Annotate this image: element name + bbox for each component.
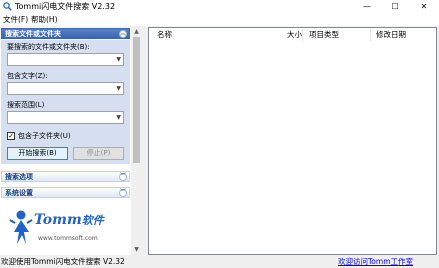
contains-text-combo[interactable]: ▼ <box>7 82 124 95</box>
studio-link[interactable]: 欢迎访问Tomm工作室 <box>338 256 413 268</box>
status-bar: 欢迎使用Tommi闪电文件搜索 V2.32 欢迎访问Tomm工作室 <box>0 256 439 268</box>
menu-file[interactable]: 文件(F) <box>3 14 28 25</box>
window-title: Tommi闪电文件搜索 V2.32 <box>15 2 116 11</box>
results-list[interactable]: 名称 大小 项目类型 修改日期 <box>148 27 437 255</box>
options-section-title: 搜索选项 <box>5 173 33 181</box>
start-search-button[interactable]: 开始搜索(B) <box>7 147 68 160</box>
column-header-size[interactable]: 大小 <box>287 29 302 40</box>
scroll-thumb[interactable] <box>133 37 140 163</box>
filename-combo[interactable]: ▼ <box>7 53 124 66</box>
options-section-header[interactable]: 搜索选项 ︾ <box>1 171 130 182</box>
search-section-header[interactable]: 搜索文件或文件夹 ︽ <box>1 28 130 39</box>
maximize-button[interactable]: ☐ <box>381 0 409 13</box>
scroll-down-icon[interactable]: ▼ <box>131 245 142 255</box>
chevron-down-icon[interactable]: ▼ <box>116 113 121 122</box>
search-section-body: 要搜索的文件或文件夹(B): ▼ 包含文字(Z): ▼ 搜索范围(L) ▼ ✓ … <box>1 40 130 164</box>
logo-url: www.tommsoft.com <box>38 235 98 242</box>
logo-brand: Tomm软件 <box>34 212 104 228</box>
include-subfolders-label: 包含子文件夹(U) <box>18 132 71 140</box>
settings-section-header[interactable]: 系统设置 ︾ <box>1 187 130 198</box>
filename-input[interactable] <box>9 55 109 64</box>
tomm-logo: Tomm软件 www.tommsoft.com <box>4 203 104 249</box>
settings-section-title: 系统设置 <box>5 189 33 197</box>
scroll-up-icon[interactable]: ▲ <box>131 27 142 37</box>
column-header-name[interactable]: 名称 <box>157 29 172 40</box>
search-scope-combo[interactable]: ▼ <box>7 111 124 124</box>
column-separator[interactable] <box>302 29 303 41</box>
expand-icon[interactable]: ︾ <box>119 189 127 197</box>
title-bar: Tommi闪电文件搜索 V2.32 — ☐ ✕ <box>0 0 439 13</box>
minimize-button[interactable]: — <box>353 0 381 13</box>
search-scope-label: 搜索范围(L) <box>7 101 45 109</box>
column-separator[interactable] <box>370 29 371 41</box>
menu-bar: 文件(F) 帮助(H) <box>0 13 439 26</box>
status-message: 欢迎使用Tommi闪电文件搜索 V2.32 <box>1 257 125 266</box>
app-search-icon <box>3 2 12 11</box>
task-panel-scrollbar[interactable]: ▲ ▼ <box>131 27 142 255</box>
contains-text-input[interactable] <box>9 84 109 93</box>
chevron-down-icon[interactable]: ▼ <box>116 55 121 64</box>
column-header-type[interactable]: 项目类型 <box>309 29 339 40</box>
close-button[interactable]: ✕ <box>410 0 438 13</box>
mascot-figure-icon <box>9 210 33 244</box>
collapse-icon[interactable]: ︽ <box>119 30 127 38</box>
contains-text-label: 包含文字(Z): <box>7 72 48 80</box>
expand-icon[interactable]: ︾ <box>119 173 127 181</box>
filename-label: 要搜索的文件或文件夹(B): <box>7 43 90 51</box>
search-scope-input[interactable] <box>9 113 109 122</box>
stop-button[interactable]: 停止(P) <box>73 147 124 160</box>
search-section-title: 搜索文件或文件夹 <box>5 30 61 38</box>
task-panel: 搜索文件或文件夹 ︽ 要搜索的文件或文件夹(B): ▼ 包含文字(Z): ▼ 搜… <box>0 27 131 255</box>
column-header-modified[interactable]: 修改日期 <box>376 29 406 40</box>
menu-help[interactable]: 帮助(H) <box>31 14 58 25</box>
chevron-down-icon[interactable]: ▼ <box>116 84 121 93</box>
include-subfolders-checkbox[interactable]: ✓ <box>7 132 15 140</box>
